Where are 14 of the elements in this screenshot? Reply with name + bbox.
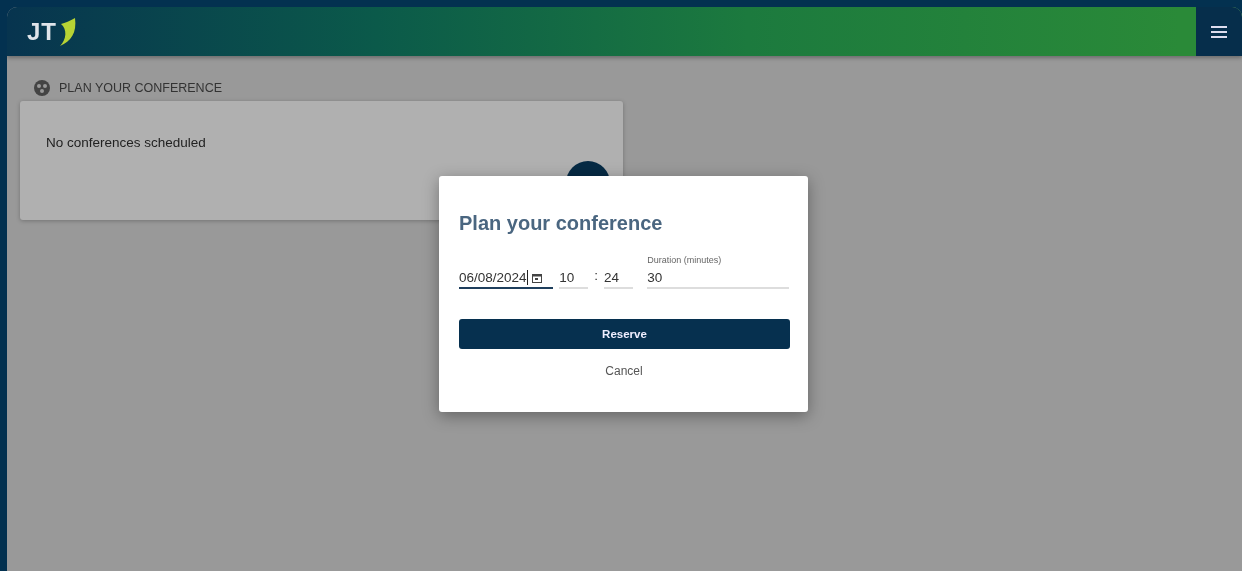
menu-button[interactable] — [1196, 7, 1242, 56]
empty-message: No conferences scheduled — [46, 135, 206, 150]
calendar-icon[interactable] — [531, 272, 542, 283]
dialog-title: Plan your conference — [459, 212, 664, 235]
menu-icon — [1211, 25, 1227, 38]
reserve-button[interactable]: Reserve — [459, 319, 790, 349]
hour-field[interactable]: 10 — [559, 270, 589, 289]
time-separator: : — [594, 268, 599, 285]
section-title: PLAN YOUR CONFERENCE — [59, 81, 222, 95]
logo-text: JT — [27, 17, 57, 46]
duration-field[interactable]: Duration (minutes) 30 — [647, 255, 789, 289]
date-field[interactable]: 06/08/2024 — [459, 270, 554, 289]
minute-field[interactable]: 24 — [604, 270, 634, 289]
cancel-button[interactable]: Cancel — [599, 363, 649, 379]
